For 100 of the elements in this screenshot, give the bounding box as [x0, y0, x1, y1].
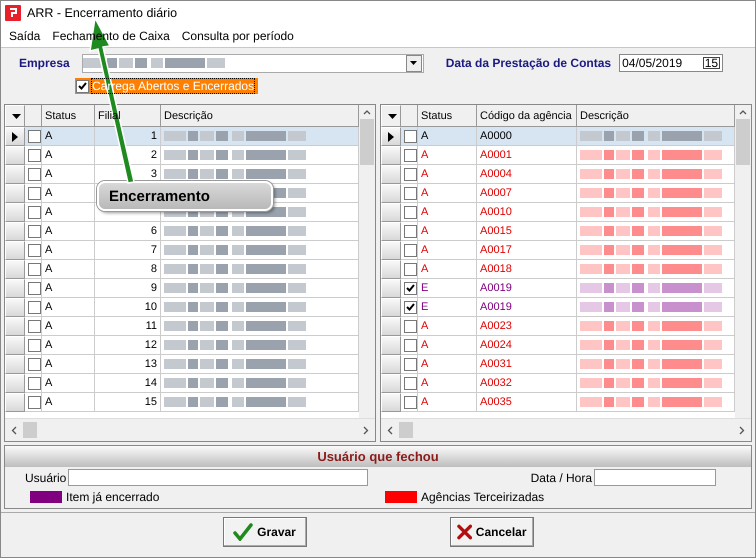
checkbox[interactable] [28, 186, 41, 200]
checkbox[interactable] [28, 338, 41, 352]
checkbox[interactable] [28, 206, 41, 218]
table-cell: 13 [95, 355, 161, 374]
table-cell: A [42, 355, 95, 374]
scrollbar-thumb[interactable] [23, 422, 37, 438]
column-header[interactable]: Descrição [577, 105, 735, 127]
calendar-button[interactable]: 15 [702, 57, 720, 69]
table-cell: A [418, 374, 477, 393]
date-field[interactable]: 04/05/2019 15 [619, 54, 724, 72]
checkbox[interactable] [76, 80, 89, 92]
scroll-left-icon[interactable] [387, 426, 393, 434]
checkbox[interactable] [404, 300, 417, 314]
checkbox[interactable] [28, 148, 41, 162]
checkbox[interactable] [404, 168, 417, 180]
column-header[interactable]: Código da agência [477, 105, 577, 127]
table-cell: A0019 [477, 279, 577, 298]
table-cell: A0000 [477, 127, 577, 146]
table-cell: A [42, 203, 95, 222]
table-cell: 11 [95, 317, 161, 336]
dropdown-icon[interactable] [12, 114, 21, 118]
horizontal-scrollbar[interactable] [381, 418, 751, 441]
table-cell: A0004 [477, 165, 577, 184]
checkbox[interactable] [28, 396, 41, 408]
table-cell: A [42, 222, 95, 241]
checkbox[interactable] [28, 300, 41, 314]
table-cell: A [42, 298, 95, 317]
scroll-right-icon[interactable] [363, 426, 369, 434]
table-cell: A0023 [477, 317, 577, 336]
window-title: ARR - Encerramento diário [27, 6, 178, 20]
horizontal-scrollbar[interactable] [5, 418, 375, 441]
scrollbar-thumb[interactable] [360, 119, 374, 165]
user-field[interactable] [68, 469, 368, 486]
company-dropdown[interactable] [82, 54, 424, 72]
checkbox[interactable] [404, 338, 417, 352]
current-row-icon [12, 132, 18, 142]
checkbox[interactable] [28, 282, 41, 294]
table-cell: 10 [95, 298, 161, 317]
checkbox[interactable] [404, 224, 417, 238]
checkbox[interactable] [404, 130, 417, 142]
column-header[interactable]: Descrição [161, 105, 359, 127]
checkbox[interactable] [404, 206, 417, 218]
field-label: Data da Prestação de Contas [446, 56, 612, 70]
table-cell: A [418, 260, 477, 279]
column-header[interactable]: Status [42, 105, 95, 127]
checkbox[interactable] [404, 244, 417, 256]
table-cell: A0031 [477, 355, 577, 374]
table-cell: A0035 [477, 393, 577, 412]
table-cell: A [42, 374, 95, 393]
checkbox[interactable] [404, 282, 417, 294]
checkbox[interactable] [404, 262, 417, 276]
table-cell: A [418, 127, 477, 146]
legend-label: Item já encerrado [66, 490, 160, 504]
table-cell: A [42, 127, 95, 146]
table-cell: A [42, 146, 95, 165]
checkbox[interactable] [28, 224, 41, 238]
checkbox[interactable] [28, 262, 41, 276]
table-cell: A [418, 393, 477, 412]
checkbox[interactable] [28, 130, 41, 142]
table-cell: A [418, 317, 477, 336]
menu-item[interactable]: Saída [3, 29, 46, 43]
table-cell: E [418, 298, 477, 317]
check-icon [233, 523, 254, 541]
table-cell: A [42, 393, 95, 412]
scroll-left-icon[interactable] [11, 426, 17, 434]
table-cell: A0019 [477, 298, 577, 317]
datetime-field[interactable] [594, 469, 716, 486]
checkbox[interactable] [28, 376, 41, 390]
row-selector[interactable] [381, 127, 401, 146]
table-cell: A [42, 336, 95, 355]
checkbox[interactable] [404, 148, 417, 162]
scrollbar-thumb[interactable] [736, 119, 750, 165]
table-cell: A [418, 203, 477, 222]
checkbox[interactable] [404, 320, 417, 332]
checkbox[interactable] [404, 186, 417, 200]
checkbox[interactable] [28, 168, 41, 180]
section-header: Usuário que fechou [5, 446, 751, 467]
table-cell: E [418, 279, 477, 298]
checkbox[interactable] [404, 396, 417, 408]
dropdown-icon[interactable] [388, 114, 397, 118]
table-cell: A0017 [477, 241, 577, 260]
cancel-button[interactable]: Cancelar [450, 517, 534, 547]
close-icon [456, 524, 472, 540]
menu-item[interactable]: Consulta por período [176, 29, 300, 43]
table-cell: A [42, 279, 95, 298]
table-cell: 8 [95, 260, 161, 279]
table-cell: A [418, 165, 477, 184]
save-button[interactable]: Gravar [222, 517, 306, 547]
column-header[interactable]: Status [418, 105, 477, 127]
table-cell: 12 [95, 336, 161, 355]
scroll-right-icon[interactable] [739, 426, 745, 434]
checkbox[interactable] [28, 320, 41, 332]
checkbox[interactable] [28, 358, 41, 370]
scrollbar-thumb[interactable] [399, 422, 413, 438]
checkbox[interactable] [28, 244, 41, 256]
row-selector[interactable] [5, 127, 25, 146]
checkbox[interactable] [404, 358, 417, 370]
table-cell: 9 [95, 279, 161, 298]
checkbox[interactable] [404, 376, 417, 390]
table-cell: A [42, 165, 95, 184]
